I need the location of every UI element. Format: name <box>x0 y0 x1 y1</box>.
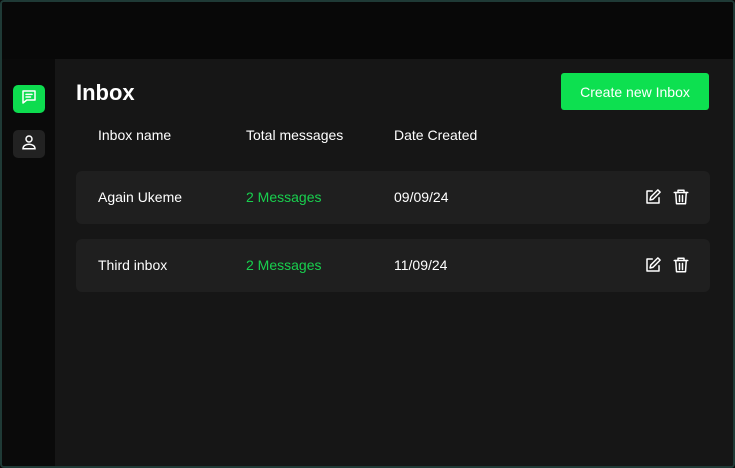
message-count: 2 Messages <box>246 189 322 205</box>
edit-icon[interactable] <box>642 254 664 276</box>
date-created: 09/09/24 <box>394 189 449 205</box>
top-bar <box>2 2 733 59</box>
column-header-total-messages: Total messages <box>246 127 344 143</box>
edit-icon[interactable] <box>642 186 664 208</box>
table-row[interactable]: Third inbox 2 Messages 11/09/24 <box>76 239 710 292</box>
create-inbox-button[interactable]: Create new Inbox <box>561 73 709 110</box>
user-icon <box>20 133 38 156</box>
date-created: 11/09/24 <box>394 257 448 273</box>
trash-icon[interactable] <box>670 186 692 208</box>
sidebar <box>2 59 55 466</box>
inbox-name: Again Ukeme <box>98 189 183 205</box>
app-window: Inbox Create new Inbox Inbox name Total … <box>0 0 735 468</box>
trash-icon[interactable] <box>670 254 692 276</box>
sidebar-item-profile[interactable] <box>13 130 45 158</box>
column-header-inbox-name: Inbox name <box>98 127 172 143</box>
message-count: 2 Messages <box>246 257 322 273</box>
table-row[interactable]: Again Ukeme 2 Messages 09/09/24 <box>76 171 710 224</box>
main-panel: Inbox Create new Inbox Inbox name Total … <box>55 59 733 466</box>
inbox-name: Third inbox <box>98 257 168 273</box>
column-header-date-created: Date Created <box>394 127 478 143</box>
sidebar-item-messages[interactable] <box>13 85 45 113</box>
message-icon <box>20 88 38 111</box>
page-title: Inbox <box>76 80 135 105</box>
